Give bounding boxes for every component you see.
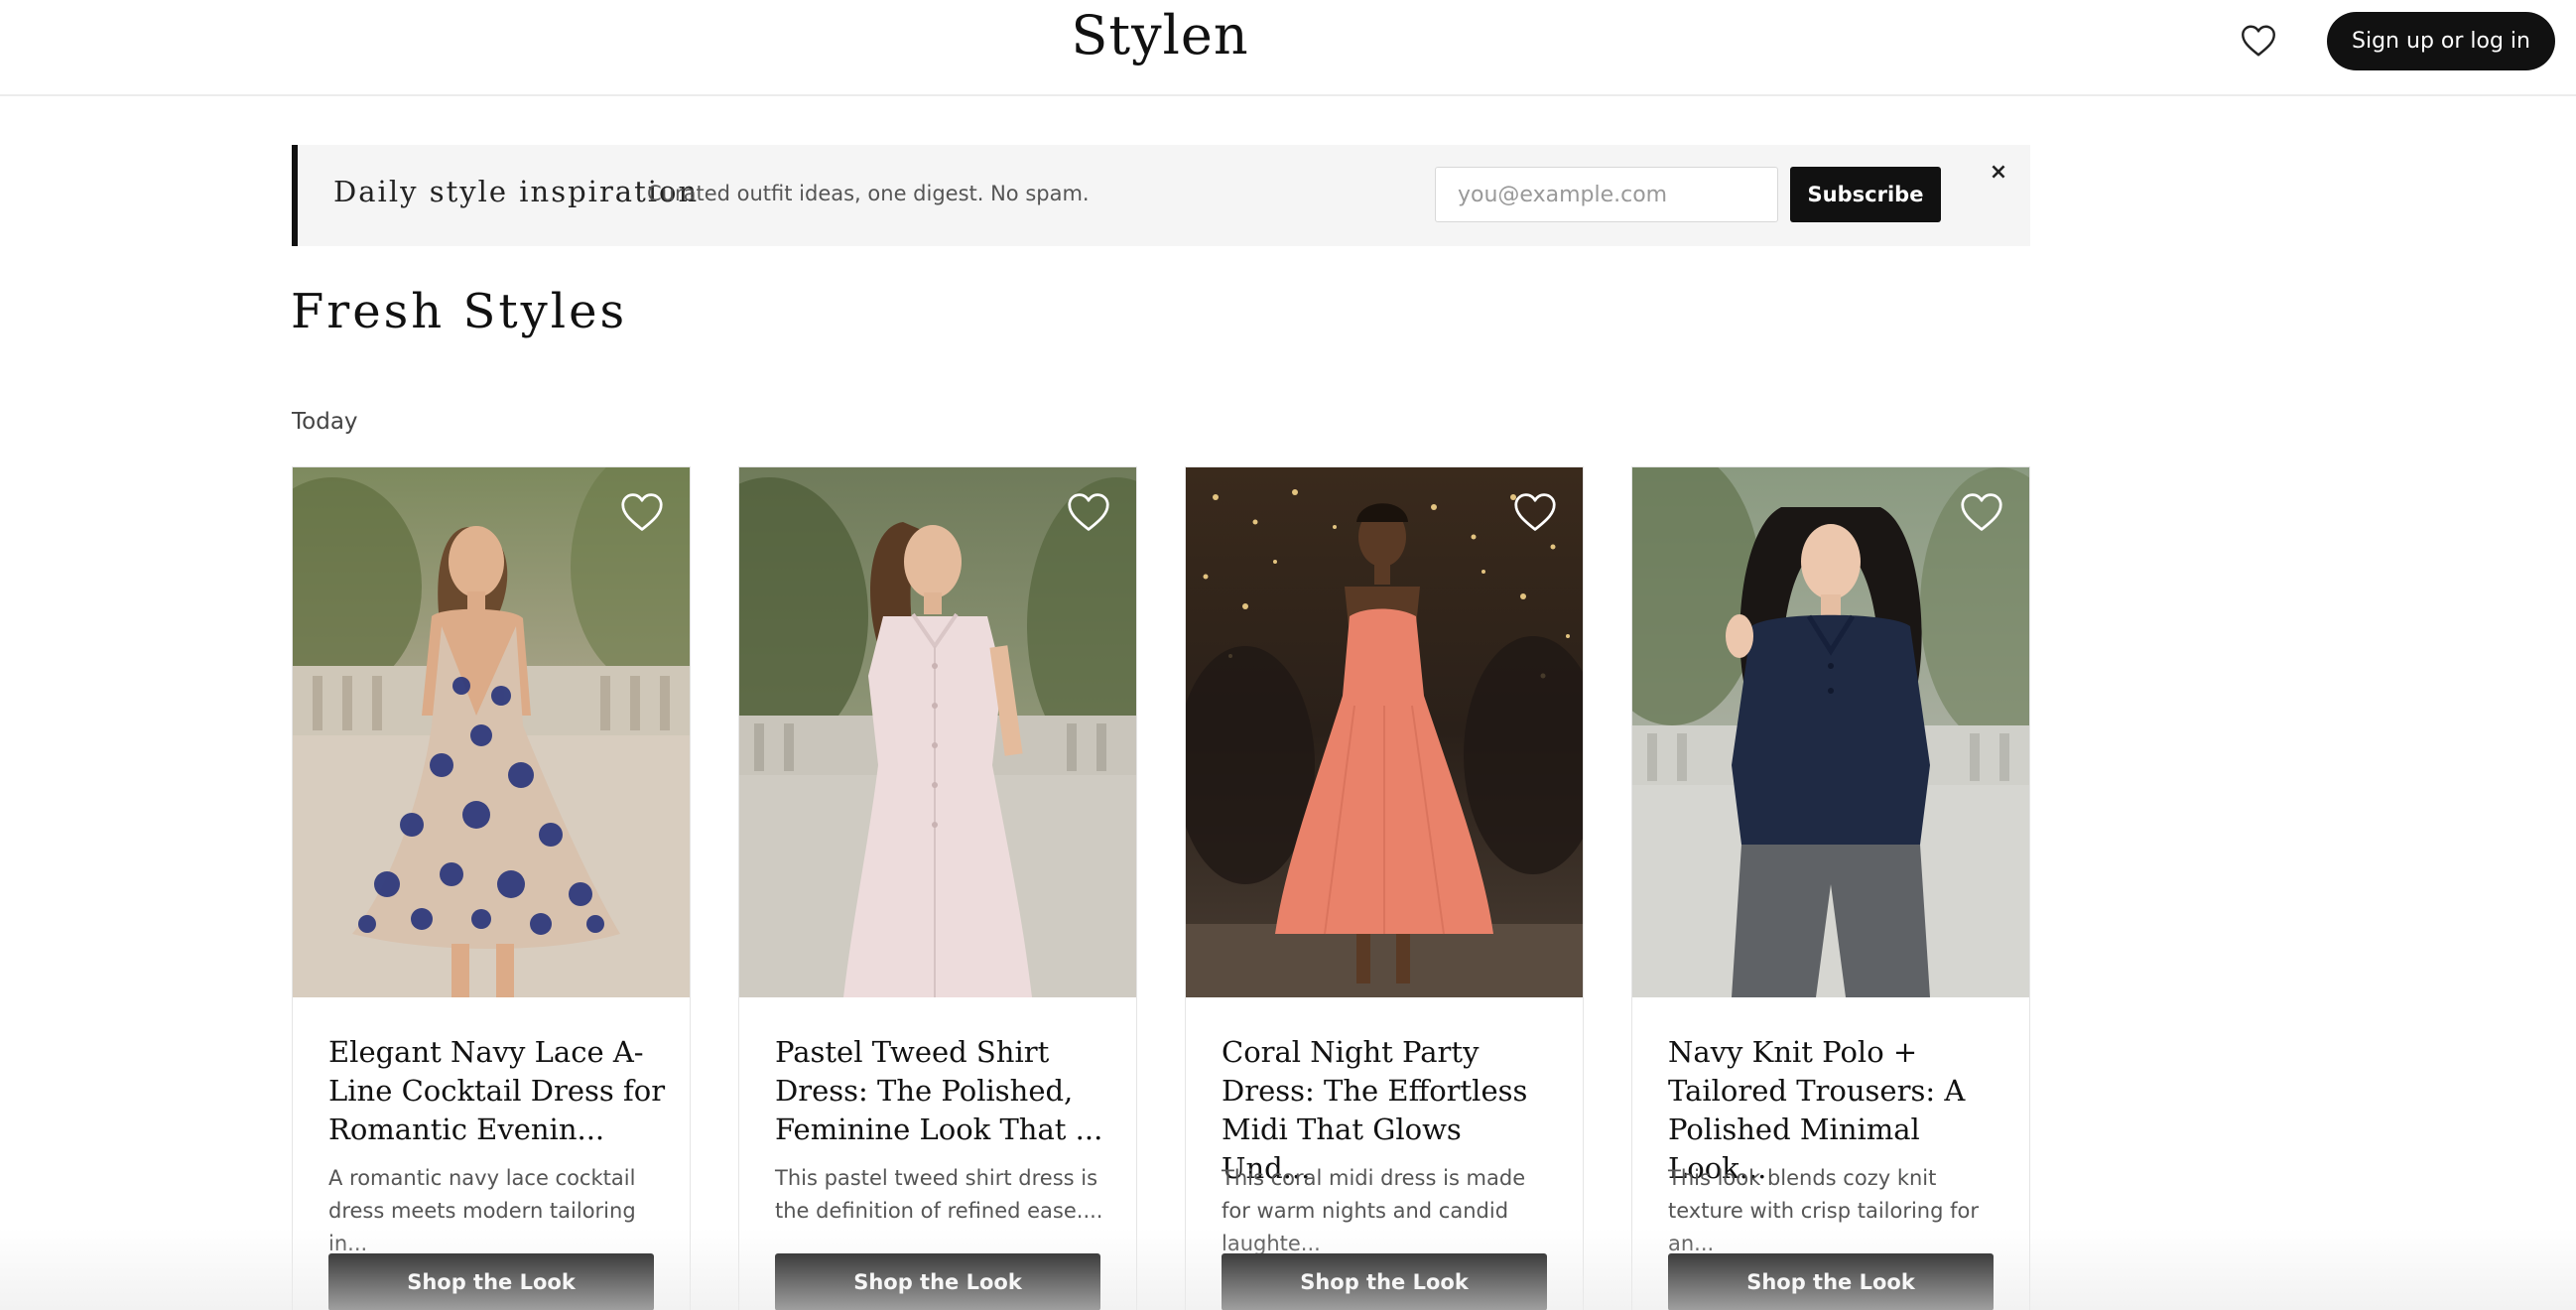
section-title: Fresh Styles — [291, 284, 628, 339]
card-description: This pastel tweed shirt dress is the def… — [775, 1166, 1103, 1223]
card-image-pastel-tweed-dress[interactable] — [739, 467, 1136, 997]
close-banner-icon[interactable]: × — [1985, 159, 2012, 187]
site-logo[interactable]: Stylen — [0, 4, 2320, 66]
favorite-heart-icon[interactable] — [620, 491, 664, 533]
style-card[interactable]: Elegant Navy Lace A-Line Cocktail Dress … — [292, 466, 691, 1310]
shop-the-look-button[interactable]: Shop the Look — [328, 1253, 654, 1310]
newsletter-banner: Daily style inspiration Curated outfit i… — [292, 145, 2030, 246]
date-subheading: Today — [292, 409, 358, 435]
newsletter-email-input[interactable] — [1435, 167, 1778, 222]
newsletter-title: Daily style inspiration — [333, 175, 700, 208]
style-card[interactable]: Navy Knit Polo + Tailored Trousers: A Po… — [1631, 466, 2030, 1310]
card-image-navy-lace-dress[interactable] — [293, 467, 690, 997]
subscribe-button[interactable]: Subscribe — [1790, 167, 1941, 222]
card-description: A romantic navy lace cocktail dress meet… — [328, 1166, 636, 1255]
card-title[interactable]: Elegant Navy Lace A-Line Cocktail Dress … — [328, 1033, 666, 1149]
card-description: This look blends cozy knit texture with … — [1668, 1166, 1979, 1255]
style-card[interactable]: Pastel Tweed Shirt Dress: The Polished, … — [738, 466, 1137, 1310]
favorite-heart-icon[interactable] — [1513, 491, 1557, 533]
card-image-navy-knit-polo[interactable] — [1632, 467, 2029, 997]
favorites-heart-icon[interactable] — [2241, 24, 2276, 58]
shop-the-look-button[interactable]: Shop the Look — [1668, 1253, 1994, 1310]
favorite-heart-icon[interactable] — [1960, 491, 2003, 533]
newsletter-subtitle: Curated outfit ideas, one digest. No spa… — [647, 182, 1090, 205]
style-card[interactable]: Coral Night Party Dress: The Effortless … — [1185, 466, 1584, 1310]
favorite-heart-icon[interactable] — [1067, 491, 1110, 533]
site-header: Stylen Sign up or log in — [0, 0, 2576, 96]
shop-the-look-button[interactable]: Shop the Look — [1222, 1253, 1547, 1310]
shop-the-look-button[interactable]: Shop the Look — [775, 1253, 1100, 1310]
card-title[interactable]: Pastel Tweed Shirt Dress: The Polished, … — [775, 1033, 1112, 1149]
signup-login-button[interactable]: Sign up or log in — [2327, 12, 2555, 70]
card-image-coral-party-dress[interactable] — [1186, 467, 1583, 997]
card-description: This coral midi dress is made for warm n… — [1222, 1166, 1526, 1255]
